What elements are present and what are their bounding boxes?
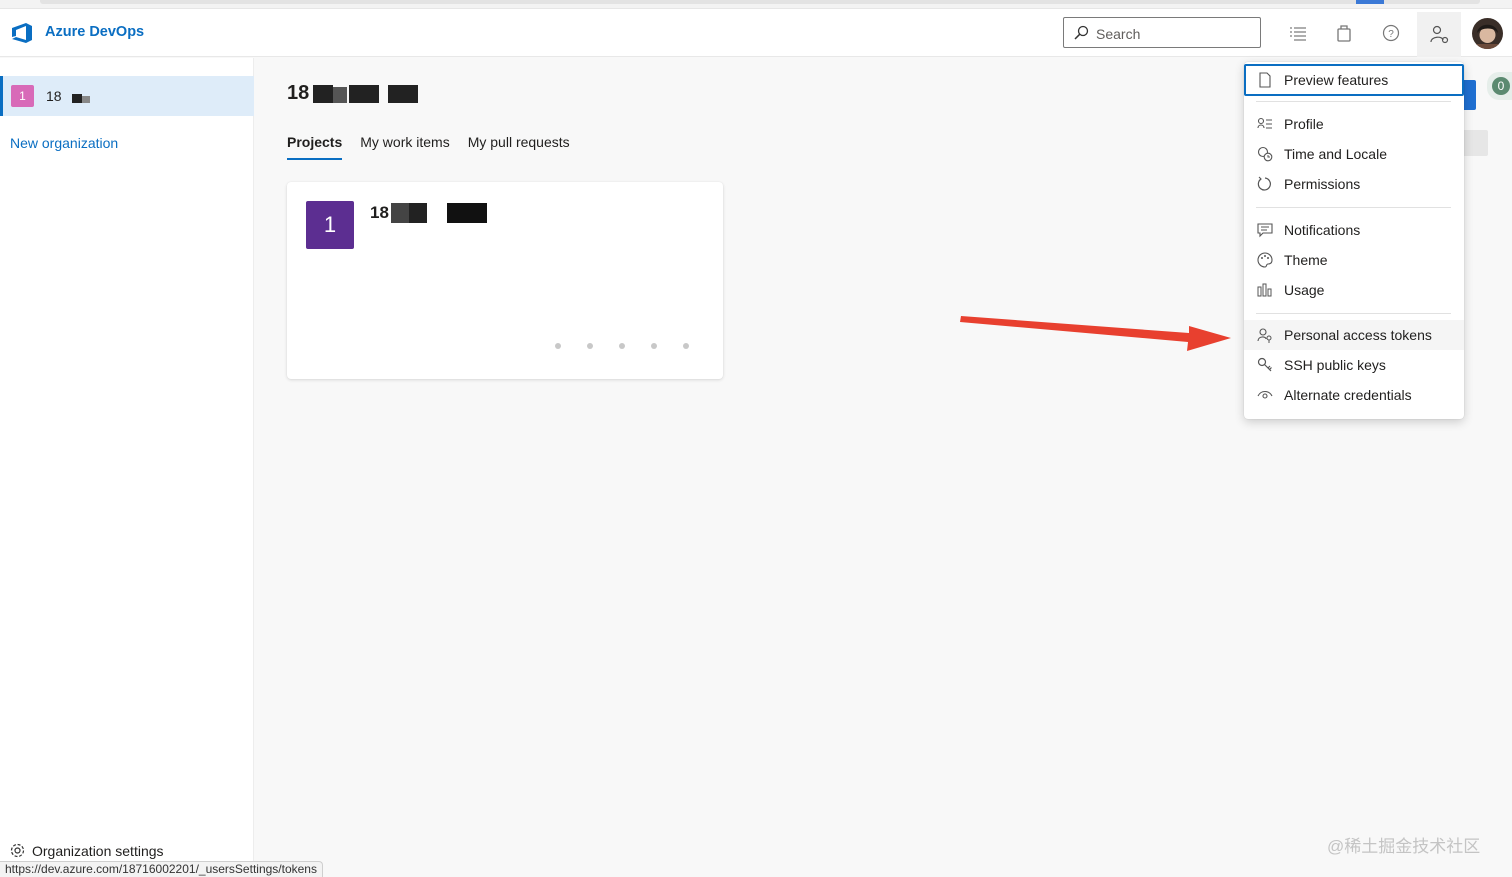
browser-top-strip — [0, 0, 1512, 9]
menu-item-theme[interactable]: Theme — [1244, 245, 1464, 275]
main-tabs: Projects My work items My pull requests — [287, 134, 570, 160]
search-box[interactable]: Search — [1063, 17, 1261, 48]
globe-clock-icon — [1257, 146, 1273, 162]
eye-icon — [1257, 387, 1273, 403]
redacted-block — [447, 203, 487, 223]
search-icon — [1074, 25, 1089, 40]
brand-name[interactable]: Azure DevOps — [45, 24, 144, 40]
red-annotation-arrow — [960, 316, 1231, 351]
organization-settings-label: Organization settings — [32, 842, 164, 859]
tab-projects[interactable]: Projects — [287, 134, 343, 160]
user-settings-icon — [1430, 25, 1449, 44]
redacted-block — [391, 203, 409, 223]
comment-icon — [1257, 222, 1273, 238]
avatar[interactable] — [1472, 18, 1503, 49]
filter-box-edge[interactable] — [1462, 130, 1488, 156]
org-name: 18 — [46, 88, 62, 104]
palette-icon — [1257, 252, 1273, 268]
browser-tab-indicator — [1356, 0, 1384, 4]
help-icon[interactable]: ? — [1380, 22, 1402, 44]
org-badge: 1 — [11, 85, 34, 107]
bar-chart-icon — [1257, 282, 1273, 298]
redacted-block — [409, 203, 427, 223]
sidebar: 1 18 New organization Organization setti… — [0, 58, 254, 877]
tab-my-pull-requests[interactable]: My pull requests — [468, 134, 570, 160]
new-organization-link[interactable]: New organization — [10, 135, 118, 151]
menu-item-usage[interactable]: Usage — [1244, 275, 1464, 305]
watermark: @稀土掘金技术社区 — [1327, 837, 1481, 856]
key-icon — [1257, 357, 1273, 373]
organization-settings-link[interactable]: Organization settings — [9, 842, 164, 859]
menu-item-profile[interactable]: Profile — [1244, 109, 1464, 139]
redacted-block — [349, 85, 379, 103]
svg-text:?: ? — [1388, 29, 1394, 40]
notification-count-badge: 0 — [1487, 72, 1512, 100]
redacted-block — [333, 87, 347, 103]
search-placeholder: Search — [1096, 26, 1141, 42]
menu-item-label: Usage — [1284, 282, 1325, 298]
status-bar-url: https://dev.azure.com/18716002201/_users… — [0, 861, 323, 877]
org-title-text: 18 — [287, 82, 310, 104]
menu-item-label: Time and Locale — [1284, 146, 1387, 162]
menu-item-personal-access-tokens[interactable]: Personal access tokens — [1244, 320, 1464, 350]
person-key-icon — [1257, 327, 1273, 343]
new-project-button-edge[interactable] — [1462, 80, 1476, 110]
menu-item-label: Profile — [1284, 116, 1324, 132]
project-name[interactable]: 18 — [370, 203, 389, 223]
task-list-icon[interactable] — [1287, 22, 1309, 44]
menu-item-label: Personal access tokens — [1284, 327, 1432, 343]
menu-item-permissions[interactable]: Permissions — [1244, 169, 1464, 199]
top-header: Azure DevOps Search ? — [0, 9, 1512, 57]
redacted-block — [388, 85, 418, 103]
user-settings-menu: Preview features Profile Time and Locale… — [1244, 62, 1464, 419]
marketplace-bag-icon[interactable] — [1333, 22, 1355, 44]
menu-separator — [1256, 101, 1451, 102]
indicator-dot — [683, 343, 689, 349]
menu-separator — [1256, 313, 1451, 314]
menu-item-label: Permissions — [1284, 176, 1361, 192]
menu-item-label: SSH public keys — [1284, 357, 1386, 373]
menu-item-ssh-public-keys[interactable]: SSH public keys — [1244, 350, 1464, 380]
project-card[interactable]: 1 18 — [287, 182, 723, 379]
redacted-block — [82, 96, 90, 103]
project-badge: 1 — [306, 201, 354, 249]
menu-item-time-and-locale[interactable]: Time and Locale — [1244, 139, 1464, 169]
project-card-dots — [555, 343, 689, 349]
gear-icon — [10, 843, 25, 858]
menu-item-alternate-credentials[interactable]: Alternate credentials — [1244, 380, 1464, 410]
azure-devops-logo-icon[interactable] — [10, 22, 34, 44]
indicator-dot — [651, 343, 657, 349]
notification-count: 0 — [1492, 77, 1510, 95]
page-title: 18 — [287, 82, 309, 105]
menu-item-notifications[interactable]: Notifications — [1244, 215, 1464, 245]
menu-item-label: Theme — [1284, 252, 1328, 268]
redacted-block — [313, 85, 333, 103]
redacted-block — [72, 94, 82, 103]
indicator-dot — [587, 343, 593, 349]
tab-my-work-items[interactable]: My work items — [360, 134, 449, 160]
refresh-circle-icon — [1257, 176, 1273, 192]
menu-separator — [1256, 207, 1451, 208]
menu-item-label: Preview features — [1284, 72, 1389, 88]
user-settings-button[interactable] — [1417, 12, 1461, 57]
menu-item-label: Notifications — [1284, 222, 1361, 238]
menu-item-preview-features[interactable]: Preview features — [1244, 64, 1464, 96]
document-icon — [1257, 72, 1273, 88]
indicator-dot — [619, 343, 625, 349]
menu-item-label: Alternate credentials — [1284, 387, 1412, 403]
browser-address-bar — [40, 0, 1480, 4]
sidebar-item-organization[interactable]: 1 18 — [0, 76, 254, 116]
profile-icon — [1257, 116, 1273, 132]
indicator-dot — [555, 343, 561, 349]
